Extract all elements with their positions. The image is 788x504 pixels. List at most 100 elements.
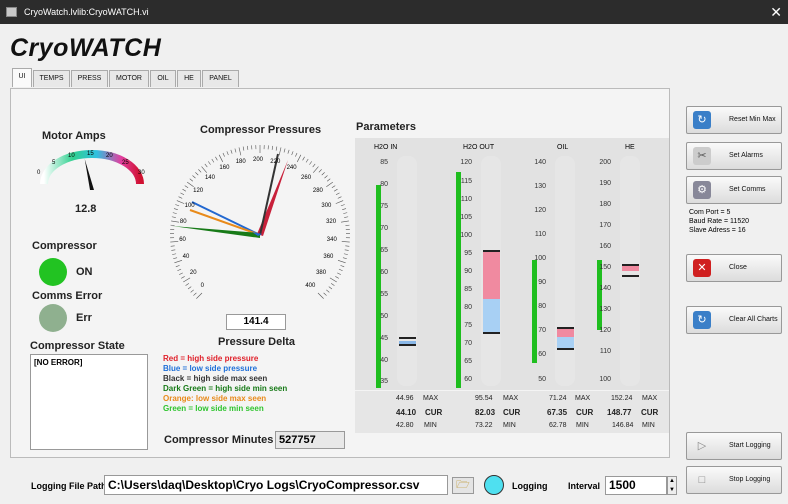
h2o-out-tick: 70 xyxy=(464,340,472,347)
set-alarms-button[interactable]: ✂ Set Alarms xyxy=(686,142,782,170)
he-max: 152.24 xyxy=(611,395,633,402)
he-slider xyxy=(620,156,640,386)
reset-min-max-button[interactable]: ↻ Reset Min Max xyxy=(686,106,782,134)
pressure-gauge-tick xyxy=(182,188,187,192)
pressure-gauge-tick xyxy=(195,172,199,176)
logging-path-input[interactable]: C:\Users\daq\Desktop\Cryo Logs\CryoCompr… xyxy=(104,475,448,495)
motor-tick: 10 xyxy=(68,153,75,159)
pressure-gauge-tick xyxy=(340,204,345,207)
pressure-gauge-tick xyxy=(283,148,286,153)
oil-tick: 110 xyxy=(534,231,546,238)
motor-tick: 30 xyxy=(138,170,145,176)
comms-error-label: Comms Error xyxy=(32,290,103,302)
pressure-gauge-tick xyxy=(222,152,225,157)
compressor-state-display: [NO ERROR] xyxy=(30,354,148,450)
logging-indicator-led xyxy=(484,475,504,495)
close-window-icon[interactable]: ✕ xyxy=(770,0,782,24)
h2o-out-tick: 65 xyxy=(464,358,472,365)
motor-gauge-arc xyxy=(40,150,144,185)
clear-all-charts-button[interactable]: ↻ Clear All Charts xyxy=(686,306,782,334)
com-port-text: Com Port = 5 xyxy=(689,209,731,216)
pressure-gauge-tick xyxy=(193,292,197,296)
interval-input[interactable]: 1500 xyxy=(605,476,667,495)
he-tick: 160 xyxy=(599,243,611,250)
stop-logging-button[interactable]: □ Stop Logging xyxy=(686,466,782,494)
pressure-gauge-tick-label: 120 xyxy=(193,187,204,194)
pressure-gauge-tick xyxy=(173,208,178,210)
pressure-gauge-tick xyxy=(178,196,183,199)
h2o-in-tick: 40 xyxy=(380,357,388,364)
close-icon: ✕ xyxy=(693,259,711,277)
pressure-gauge-tick xyxy=(341,241,350,243)
he-tick: 200 xyxy=(599,159,611,166)
h2o-out-cur: 82.03 xyxy=(475,408,496,417)
pressure-gauge-tick xyxy=(275,146,278,151)
tab-temps[interactable]: TEMPS xyxy=(33,70,70,87)
pressure-gauge-tick xyxy=(312,163,316,168)
h2o-in-cur: 44.10 xyxy=(396,408,417,417)
h2o-in-tick: 75 xyxy=(380,203,388,210)
pressure-gauge-tick xyxy=(173,257,178,260)
pressure-gauge-tick xyxy=(170,241,179,243)
pressure-gauge-tick xyxy=(291,151,294,156)
stop-icon: □ xyxy=(698,474,706,486)
start-logging-button[interactable]: ▷ Start Logging xyxy=(686,432,782,460)
pressure-gauge-tick xyxy=(174,260,183,264)
pressure-gauge-tick xyxy=(321,172,325,176)
refresh-icon: ↻ xyxy=(693,311,711,329)
pressure-gauge-tick xyxy=(343,212,348,214)
h2o-in-tick: 70 xyxy=(380,225,388,232)
app-title: CryoWATCH xyxy=(10,34,162,62)
interval-stepper[interactable]: ▲ ▼ xyxy=(667,476,677,495)
tab-press[interactable]: PRESS xyxy=(71,70,108,87)
pressure-gauge-tick xyxy=(171,216,176,218)
pressure-gauge-tick xyxy=(170,245,175,247)
pressure-gauge-tick xyxy=(317,292,324,299)
pressure-gauge-tick xyxy=(226,151,229,156)
pressure-gauge-tick xyxy=(324,175,328,179)
title-bar: CryoWatch.lvlib:CryoWATCH.vi xyxy=(0,0,788,24)
min-label: MIN xyxy=(642,422,655,429)
set-comms-button[interactable]: ⚙ Set Comms xyxy=(686,176,782,204)
folder-browse-icon[interactable]: 🗁 xyxy=(452,477,474,494)
pressure-gauge-tick xyxy=(329,277,337,283)
pressure-gauge-tick-label: 0 xyxy=(200,283,205,290)
oil-tick: 60 xyxy=(538,351,546,358)
oil-tick: 130 xyxy=(534,183,546,190)
tab-motor[interactable]: MOTOR xyxy=(109,70,149,87)
pressure-gauge-tick xyxy=(192,175,196,179)
compressor-led xyxy=(39,258,67,286)
pressure-gauge-tick xyxy=(287,149,290,154)
pressure-gauge-tick xyxy=(309,161,312,165)
compressor-label: Compressor xyxy=(32,240,97,252)
tab-oil[interactable]: OIL xyxy=(150,70,176,87)
he-tick: 180 xyxy=(599,201,611,208)
pressure-gauge-tick xyxy=(342,257,347,260)
motor-amps-title: Motor Amps xyxy=(42,130,106,142)
pressure-gauge-tick xyxy=(187,286,192,290)
tab-panel[interactable]: PANEL xyxy=(202,70,239,87)
pressure-gauge-tick xyxy=(323,292,327,296)
pressure-gauge-tick xyxy=(342,208,347,210)
h2o-out-min: 73.22 xyxy=(475,422,493,429)
pressure-gauge-tick xyxy=(215,156,218,161)
pressure-gauge-tick xyxy=(179,272,183,275)
compressor-minutes-label: Compressor Minutes xyxy=(164,434,274,446)
max-label: MAX xyxy=(423,395,439,402)
tab-he[interactable]: HE xyxy=(177,70,201,87)
reset-min-max-label: Reset Min Max xyxy=(729,116,776,123)
tab-ui[interactable]: UI xyxy=(12,68,32,87)
h2o-out-tick: 90 xyxy=(464,268,472,275)
h2o-out-high-range xyxy=(483,250,500,299)
cur-label: CUR xyxy=(425,408,443,417)
refresh-icon: ↻ xyxy=(693,111,711,129)
pressure-gauge-tick xyxy=(337,196,342,199)
h2o-in-tick: 80 xyxy=(380,181,388,188)
motor-amps-value: 12.8 xyxy=(75,203,97,215)
h2o-in-tick: 85 xyxy=(380,159,388,166)
h2o-in-slider xyxy=(397,156,417,386)
h2o-in-min: 42.80 xyxy=(396,422,414,429)
pressure-gauge-tick xyxy=(242,146,245,151)
close-button[interactable]: ✕ Close xyxy=(686,254,782,282)
pressure-gauge-tick xyxy=(345,245,350,247)
